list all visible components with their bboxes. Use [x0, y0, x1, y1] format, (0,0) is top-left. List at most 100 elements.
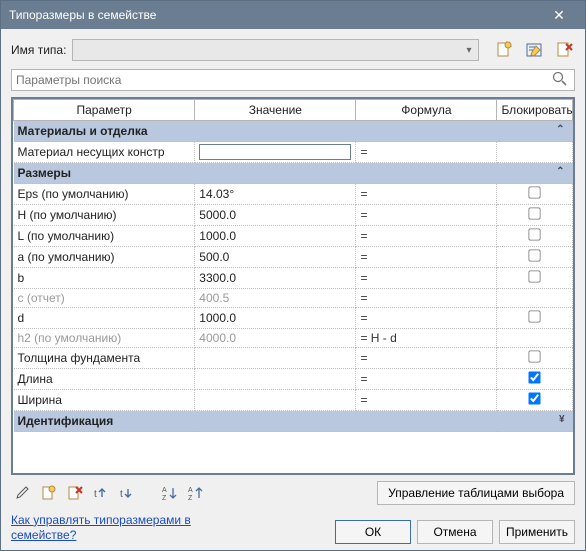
- param-cell[interactable]: Материал несущих констр: [14, 142, 195, 163]
- manage-lookup-tables-button[interactable]: Управление таблицами выбора: [377, 481, 575, 505]
- delete-param-icon[interactable]: [63, 482, 87, 504]
- lock-checkbox[interactable]: [529, 371, 541, 383]
- param-cell[interactable]: d: [14, 308, 195, 329]
- rename-type-icon[interactable]: [523, 39, 545, 61]
- sort-asc-icon[interactable]: AZ: [157, 482, 181, 504]
- value-cell[interactable]: 400.5: [195, 289, 356, 308]
- move-down-icon[interactable]: t: [115, 482, 139, 504]
- pencil-icon[interactable]: [11, 482, 35, 504]
- param-cell[interactable]: L (по умолчанию): [14, 226, 195, 247]
- table-row[interactable]: H (по умолчанию)5000.0=: [14, 205, 573, 226]
- param-cell[interactable]: Ширина: [14, 390, 195, 411]
- col-formula[interactable]: Формула: [356, 100, 497, 121]
- col-param[interactable]: Параметр: [14, 100, 195, 121]
- type-name-dropdown[interactable]: ▾: [72, 39, 479, 61]
- param-cell[interactable]: Толщина фундамента: [14, 348, 195, 369]
- table-row[interactable]: h2 (по умолчанию)4000.0= H - d: [14, 329, 573, 348]
- col-value[interactable]: Значение: [195, 100, 356, 121]
- value-cell[interactable]: 4000.0: [195, 329, 356, 348]
- param-cell[interactable]: Длина: [14, 369, 195, 390]
- group-header[interactable]: Материалы и отделка⌃: [14, 121, 573, 142]
- formula-cell[interactable]: =: [356, 142, 497, 163]
- lock-cell: [497, 289, 573, 308]
- group-header[interactable]: Размеры⌃: [14, 163, 573, 184]
- value-cell[interactable]: [195, 390, 356, 411]
- type-toolbar: [493, 39, 575, 61]
- table-row[interactable]: Толщина фундамента =: [14, 348, 573, 369]
- help-link[interactable]: Как управлять типоразмерами в семействе?: [11, 513, 211, 544]
- param-cell[interactable]: Eps (по умолчанию): [14, 184, 195, 205]
- value-cell[interactable]: [195, 369, 356, 390]
- value-input[interactable]: [199, 144, 351, 160]
- param-cell[interactable]: a (по умолчанию): [14, 247, 195, 268]
- dialog-body: Имя типа: ▾: [1, 29, 585, 550]
- lock-checkbox[interactable]: [529, 270, 541, 282]
- col-lock[interactable]: Блокировать: [497, 100, 573, 121]
- formula-cell[interactable]: =: [356, 268, 497, 289]
- group-header[interactable]: Идентификация¥: [14, 411, 573, 432]
- formula-cell[interactable]: =: [356, 348, 497, 369]
- lock-checkbox[interactable]: [529, 207, 541, 219]
- chevron-down-icon: ▾: [460, 45, 478, 56]
- lock-checkbox[interactable]: [529, 249, 541, 261]
- ok-button[interactable]: ОК: [335, 520, 411, 544]
- lock-cell: [497, 348, 573, 369]
- delete-type-icon[interactable]: [553, 39, 575, 61]
- close-icon[interactable]: ✕: [541, 7, 577, 24]
- value-cell[interactable]: 14.03°: [195, 184, 356, 205]
- table-row[interactable]: a (по умолчанию)500.0=: [14, 247, 573, 268]
- table-row[interactable]: Ширина =: [14, 390, 573, 411]
- chevron-expanded-icon: ⌃: [556, 166, 564, 177]
- formula-cell[interactable]: =: [356, 308, 497, 329]
- value-cell[interactable]: 3300.0: [195, 268, 356, 289]
- param-cell[interactable]: c (отчет): [14, 289, 195, 308]
- table-row[interactable]: Eps (по умолчанию)14.03°=: [14, 184, 573, 205]
- formula-cell[interactable]: =: [356, 226, 497, 247]
- move-up-icon[interactable]: t: [89, 482, 113, 504]
- svg-text:t: t: [94, 489, 97, 500]
- value-cell[interactable]: [195, 348, 356, 369]
- lock-checkbox[interactable]: [529, 350, 541, 362]
- chevron-collapsed-icon: ¥: [559, 414, 565, 425]
- svg-text:Z: Z: [162, 495, 167, 502]
- parameter-grid[interactable]: Параметр Значение Формула Блокировать Ма…: [11, 97, 575, 475]
- table-row[interactable]: Материал несущих констр =: [14, 142, 573, 163]
- lock-checkbox[interactable]: [529, 228, 541, 240]
- table-row[interactable]: Длина =: [14, 369, 573, 390]
- param-cell[interactable]: H (по умолчанию): [14, 205, 195, 226]
- formula-cell[interactable]: =: [356, 289, 497, 308]
- value-cell[interactable]: 500.0: [195, 247, 356, 268]
- lock-cell: [497, 247, 573, 268]
- formula-cell[interactable]: =: [356, 247, 497, 268]
- new-param-icon[interactable]: [37, 482, 61, 504]
- formula-cell[interactable]: =: [356, 184, 497, 205]
- param-cell[interactable]: b: [14, 268, 195, 289]
- lock-checkbox[interactable]: [529, 392, 541, 404]
- formula-cell[interactable]: = H - d: [356, 329, 497, 348]
- value-cell[interactable]: 1000.0: [195, 308, 356, 329]
- value-cell[interactable]: [195, 142, 356, 163]
- table-row[interactable]: b3300.0=: [14, 268, 573, 289]
- lock-cell: [497, 329, 573, 348]
- value-cell[interactable]: 5000.0: [195, 205, 356, 226]
- table-row[interactable]: d1000.0=: [14, 308, 573, 329]
- table-row[interactable]: c (отчет)400.5=: [14, 289, 573, 308]
- lock-cell: [497, 308, 573, 329]
- lock-checkbox[interactable]: [529, 310, 541, 322]
- lock-cell: [497, 205, 573, 226]
- param-cell[interactable]: h2 (по умолчанию): [14, 329, 195, 348]
- formula-cell[interactable]: =: [356, 390, 497, 411]
- search-icon[interactable]: [552, 71, 570, 90]
- cancel-button[interactable]: Отмена: [417, 520, 493, 544]
- lock-cell: [497, 268, 573, 289]
- table-row[interactable]: L (по умолчанию)1000.0=: [14, 226, 573, 247]
- titlebar: Типоразмеры в семействе ✕: [1, 1, 585, 29]
- new-type-icon[interactable]: [493, 39, 515, 61]
- lock-checkbox[interactable]: [529, 186, 541, 198]
- search-input[interactable]: [16, 73, 552, 87]
- value-cell[interactable]: 1000.0: [195, 226, 356, 247]
- formula-cell[interactable]: =: [356, 205, 497, 226]
- sort-desc-icon[interactable]: AZ: [183, 482, 207, 504]
- formula-cell[interactable]: =: [356, 369, 497, 390]
- apply-button[interactable]: Применить: [499, 520, 575, 544]
